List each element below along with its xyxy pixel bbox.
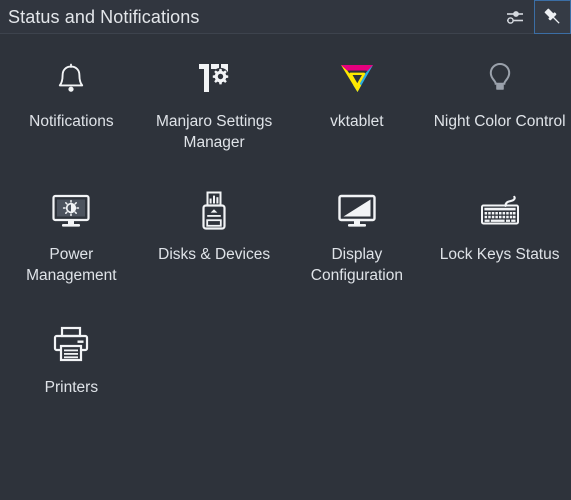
applet-item-label: Disks & Devices <box>158 246 271 263</box>
applet-item-lock-keys-status[interactable]: Lock Keys Status <box>428 181 571 314</box>
applet-item-vktablet[interactable]: vktablet <box>286 48 429 181</box>
applet-item-display-configuration[interactable]: Display Configuration <box>286 181 429 314</box>
monitor-icon <box>333 187 381 235</box>
header-actions <box>497 0 571 34</box>
pin-button[interactable] <box>534 0 571 34</box>
keyboard-icon <box>476 187 524 235</box>
applet-item-label: Lock Keys Status <box>439 246 560 263</box>
applet-grid: Notifications Manjaro Settings Manager v… <box>0 48 571 447</box>
applet-item-label: vktablet <box>330 113 384 130</box>
applet-item-label: Display Configuration <box>310 246 403 284</box>
titlebar: Status and Notifications <box>0 0 571 34</box>
printer-icon <box>47 320 95 368</box>
manjaro-settings-icon <box>190 54 238 102</box>
usb-drive-icon <box>190 187 238 235</box>
applet-item-label: Notifications <box>29 113 114 130</box>
vktablet-icon <box>333 54 381 102</box>
page-title: Status and Notifications <box>8 6 200 27</box>
lightbulb-icon <box>476 54 524 102</box>
status-and-notifications-applet: Status and Notifications Notifications M… <box>0 0 571 500</box>
applet-item-night-color-control[interactable]: Night Color Control <box>428 48 571 181</box>
applet-item-power-management[interactable]: Power Management <box>0 181 143 314</box>
applet-item-label: Night Color Control <box>433 113 566 130</box>
applet-grid-container: Notifications Manjaro Settings Manager v… <box>0 34 571 500</box>
applet-item-label: Manjaro Settings Manager <box>155 113 273 151</box>
applet-item-notifications[interactable]: Notifications <box>0 48 143 181</box>
applet-item-manjaro-settings-manager[interactable]: Manjaro Settings Manager <box>143 48 286 181</box>
applet-item-disks-and-devices[interactable]: Disks & Devices <box>143 181 286 314</box>
applet-item-printers[interactable]: Printers <box>0 314 143 447</box>
sliders-icon <box>505 8 526 26</box>
bell-icon <box>47 54 95 102</box>
applet-item-label: Power Management <box>26 246 117 284</box>
applet-item-label: Printers <box>44 379 99 396</box>
monitor-brightness-icon <box>47 187 95 235</box>
pin-icon <box>542 6 564 28</box>
configure-button[interactable] <box>497 0 534 34</box>
